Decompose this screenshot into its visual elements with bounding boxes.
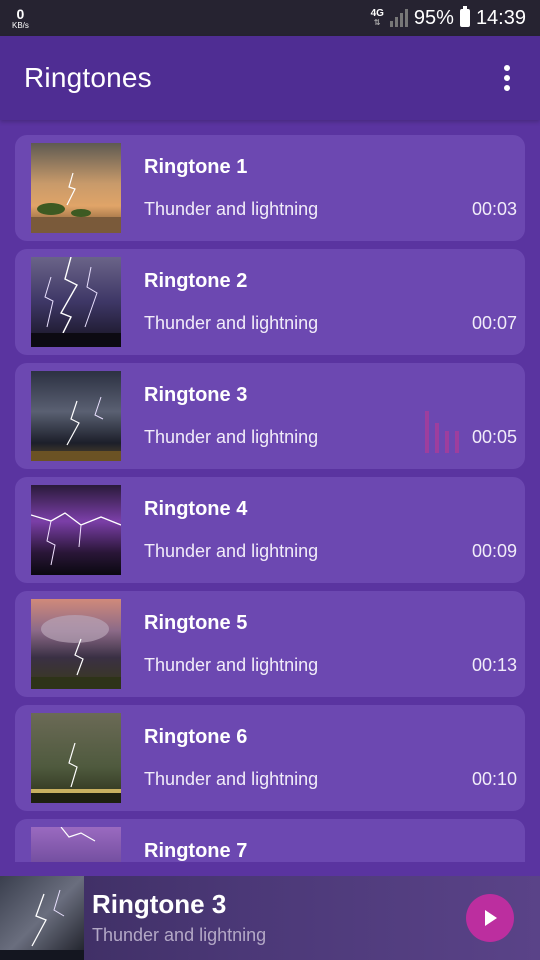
- item-duration: 00:10: [471, 769, 517, 789]
- item-info: Ringtone 7: [121, 827, 517, 862]
- list-item[interactable]: Ringtone 6 Thunder and lightning 00:10: [15, 705, 525, 811]
- item-subtitle: Thunder and lightning: [144, 199, 319, 219]
- thumbnail-image: [31, 371, 121, 461]
- list-item[interactable]: Ringtone 1 Thunder and lightning 00:03: [15, 135, 525, 241]
- net-speed-unit: KB/s: [12, 20, 29, 30]
- item-info: Ringtone 5 Thunder and lightning 00:13: [121, 599, 517, 689]
- status-icons: 4G ⇅ 95% 14:39: [371, 6, 526, 30]
- ringtone-list[interactable]: Ringtone 1 Thunder and lightning 00:03 R…: [0, 120, 540, 862]
- status-bar: 0 KB/s 4G ⇅ 95% 14:39: [0, 0, 540, 36]
- item-subtitle: Thunder and lightning: [144, 427, 319, 447]
- battery-percent: 95%: [413, 6, 454, 29]
- net-speed-indicator: 0 KB/s: [12, 7, 29, 30]
- item-title: Ringtone 4: [144, 498, 248, 520]
- player-title: Ringtone 3: [92, 889, 227, 920]
- item-subtitle: Thunder and lightning: [144, 769, 319, 789]
- thumbnail-image: [31, 827, 121, 862]
- item-title: Ringtone 5: [144, 612, 248, 634]
- item-duration: 00:07: [471, 313, 517, 333]
- mini-player[interactable]: Ringtone 3 Thunder and lightning: [0, 876, 540, 960]
- item-info: Ringtone 4 Thunder and lightning 00:09: [121, 485, 517, 575]
- equalizer-icon: [425, 411, 459, 453]
- signal-icon: [389, 9, 408, 27]
- item-title: Ringtone 3: [144, 384, 248, 406]
- item-info: Ringtone 6 Thunder and lightning 00:10: [121, 713, 517, 803]
- page-title: Ringtones: [24, 62, 152, 93]
- player-info: Ringtone 3 Thunder and lightning: [84, 890, 466, 946]
- thumbnail-image: [31, 485, 121, 575]
- thumbnail-image: [31, 713, 121, 803]
- battery-icon: [459, 6, 470, 27]
- play-icon: [485, 910, 497, 926]
- item-info: Ringtone 2 Thunder and lightning 00:07: [121, 257, 517, 347]
- item-duration: 00:05: [471, 427, 517, 447]
- item-title: Ringtone 7: [144, 840, 248, 862]
- item-subtitle: Thunder and lightning: [144, 541, 319, 561]
- list-item[interactable]: Ringtone 2 Thunder and lightning 00:07: [15, 249, 525, 355]
- item-duration: 00:03: [471, 199, 517, 219]
- item-title: Ringtone 2: [144, 270, 248, 292]
- item-duration: 00:09: [471, 541, 517, 561]
- item-title: Ringtone 6: [144, 726, 248, 748]
- clock: 14:39: [475, 6, 526, 29]
- item-subtitle: Thunder and lightning: [144, 313, 319, 333]
- data-arrows-icon: ⇅: [373, 18, 381, 27]
- network-type-icon: 4G ⇅: [371, 9, 384, 27]
- thumbnail-image: [31, 257, 121, 347]
- list-item[interactable]: Ringtone 7: [15, 819, 525, 862]
- play-button[interactable]: [466, 894, 514, 942]
- thumbnail-image: [31, 599, 121, 689]
- item-duration: 00:13: [471, 655, 517, 675]
- more-vert-icon[interactable]: [496, 59, 518, 97]
- player-thumbnail-image: [0, 876, 84, 960]
- list-item[interactable]: Ringtone 3 Thunder and lightning 00:05: [15, 363, 525, 469]
- app-bar: Ringtones: [0, 36, 540, 120]
- item-title: Ringtone 1: [144, 156, 248, 178]
- list-item[interactable]: Ringtone 4 Thunder and lightning 00:09: [15, 477, 525, 583]
- item-info: Ringtone 1 Thunder and lightning 00:03: [121, 143, 517, 233]
- net-speed-value: 0: [16, 5, 25, 22]
- player-subtitle: Thunder and lightning: [92, 924, 267, 945]
- thumbnail-image: [31, 143, 121, 233]
- item-subtitle: Thunder and lightning: [144, 655, 319, 675]
- list-item[interactable]: Ringtone 5 Thunder and lightning 00:13: [15, 591, 525, 697]
